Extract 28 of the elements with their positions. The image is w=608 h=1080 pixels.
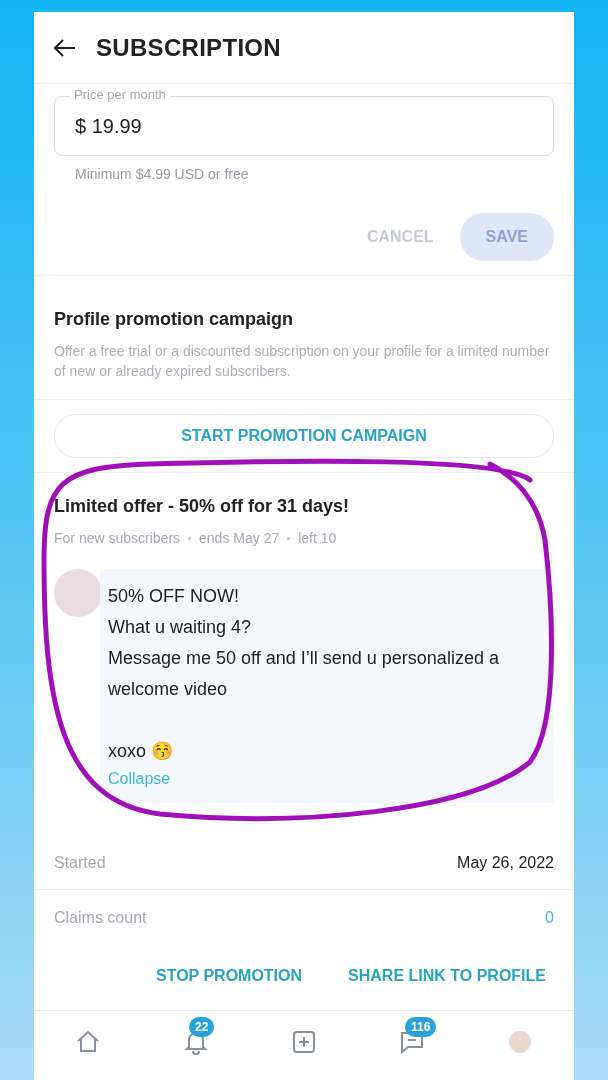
- avatar: [54, 569, 102, 617]
- stat-label: Claims count: [54, 908, 147, 928]
- nav-item[interactable]: 116: [379, 1017, 445, 1074]
- offer-detail: left 10: [298, 529, 337, 548]
- start-campaign-button[interactable]: START PROMOTION CAMPAIGN: [54, 414, 554, 458]
- field-label: Price per month: [70, 87, 170, 103]
- stat-label: Started: [54, 853, 106, 873]
- stop-promotion-button[interactable]: STOP PROMOTION: [155, 964, 303, 988]
- plus-icon: [291, 1029, 317, 1055]
- page-title: SUBSCRIPTION: [96, 32, 281, 63]
- field-hint: Minimum $4.99 USD or free: [75, 165, 250, 184]
- notification-badge: 22: [189, 1017, 215, 1037]
- notification-badge: 116: [405, 1017, 437, 1037]
- field-value: $ 19.99: [75, 114, 142, 139]
- collapse-link[interactable]: Collapse: [108, 767, 171, 791]
- back-arrow-icon[interactable]: [54, 38, 76, 57]
- offer-title: Limited offer - 50% off for 31 days!: [34, 472, 574, 520]
- home-icon: [75, 1029, 101, 1055]
- offer-detail: For new subscribers: [54, 529, 181, 548]
- share-link-button[interactable]: SHARE LINK TO PROFILE: [348, 964, 546, 988]
- stat-value: May 26, 2022: [457, 853, 554, 873]
- offer-detail: ends May 27: [199, 529, 280, 548]
- nav-item[interactable]: 22: [163, 1017, 229, 1074]
- section-title: Profile promotion campaign: [53, 308, 295, 331]
- message-text: 50% OFF NOW! What u waiting 4? Message me 50 off and I’ll send u personalized a welcome video xoxo 😚: [108, 585, 500, 763]
- profile-avatar-icon: [507, 1029, 533, 1055]
- section-description: Offer a free trial or a discounted subscription on your profile for a limited number of new or already expired subscribers.: [34, 333, 574, 400]
- stat-value[interactable]: 0: [545, 906, 554, 930]
